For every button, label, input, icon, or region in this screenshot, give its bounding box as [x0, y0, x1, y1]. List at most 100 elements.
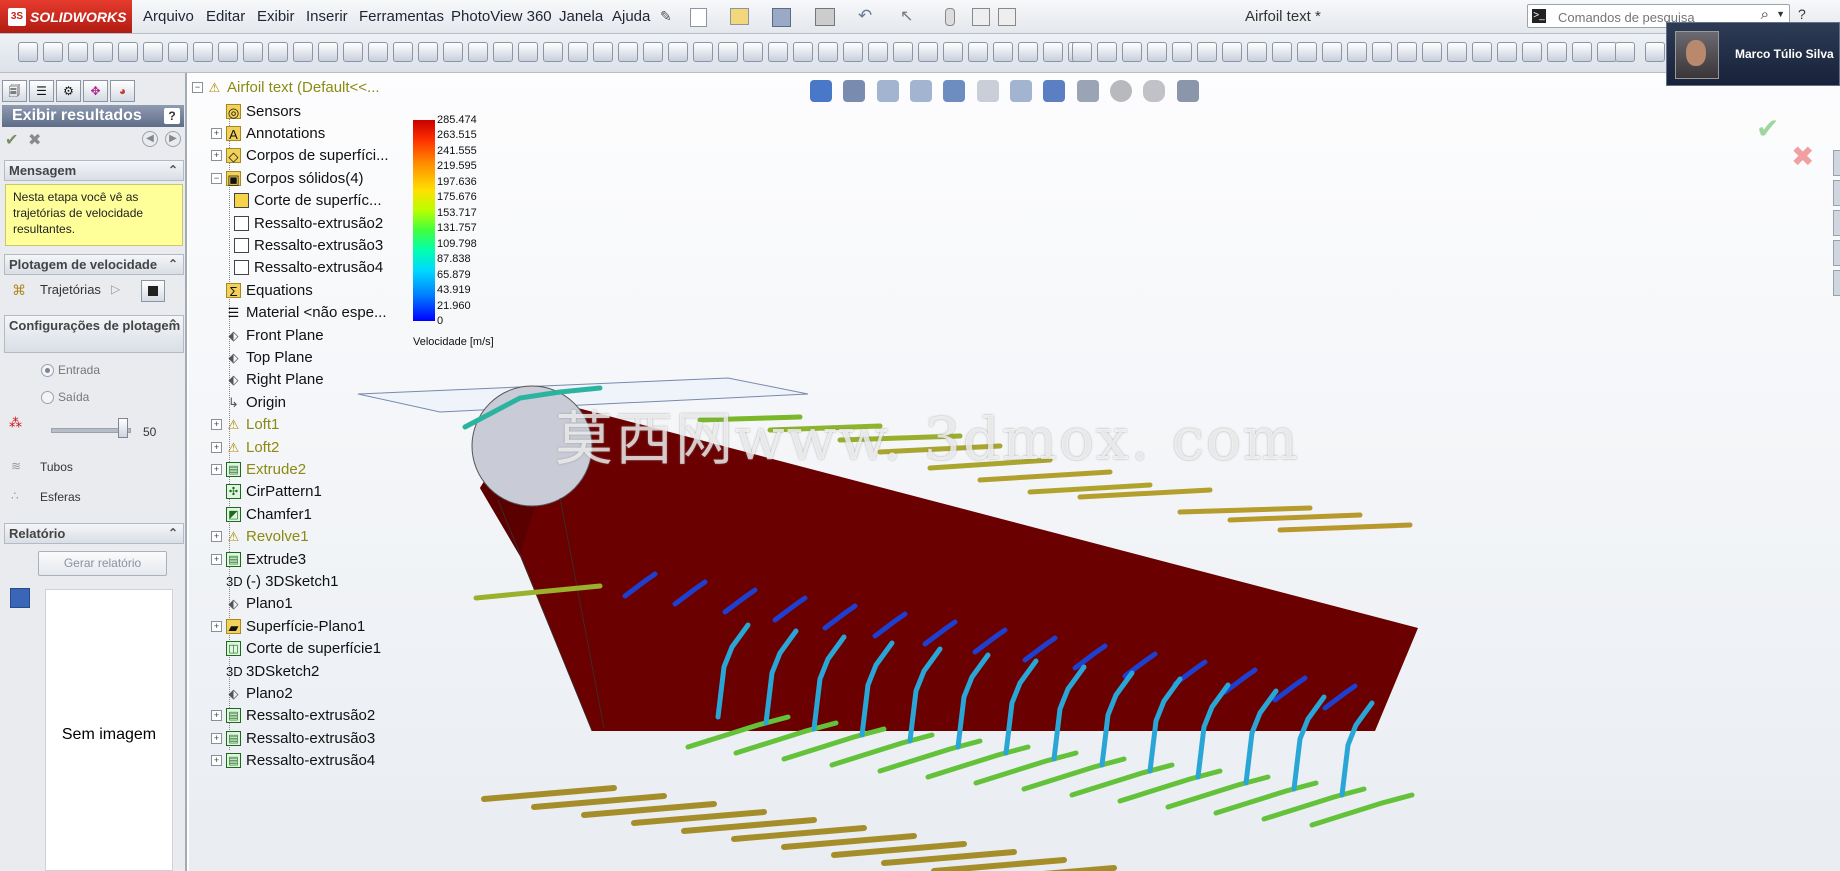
collapse-icon[interactable]: ⌃: [168, 524, 178, 543]
previous-page-icon[interactable]: ◀: [142, 131, 158, 147]
toolbar-command-icon[interactable]: [218, 42, 238, 62]
tree-item[interactable]: ✣ CirPattern1: [211, 482, 322, 502]
toolbar-command-icon[interactable]: [1372, 42, 1392, 62]
task-pane-tab[interactable]: [1833, 150, 1840, 176]
toolbar-command-icon[interactable]: [668, 42, 688, 62]
tree-item[interactable]: + ⚠ Loft2: [211, 437, 279, 457]
tree-item[interactable]: Ressalto-extrusão3: [219, 235, 383, 255]
section-mensagem[interactable]: Mensagem ⌃: [4, 160, 184, 181]
toolbar-command-icon[interactable]: [1297, 42, 1317, 62]
expand-icon[interactable]: +: [211, 732, 222, 744]
tree-item[interactable]: − ▣ Corpos sólidos(4): [211, 168, 364, 188]
toolbar-command-icon[interactable]: [1547, 42, 1567, 62]
help-icon[interactable]: ?: [1798, 6, 1806, 22]
toolbar-command-icon[interactable]: [368, 42, 388, 62]
toolbar-command-icon[interactable]: [1018, 42, 1038, 62]
tubos-label[interactable]: Tubos: [40, 460, 73, 474]
chevron-down-icon[interactable]: ▼: [1776, 9, 1785, 19]
tree-item[interactable]: Ressalto-extrusão4: [219, 258, 383, 278]
view-orientation-icon[interactable]: [810, 80, 832, 102]
toolbar-command-icon[interactable]: [443, 42, 463, 62]
tree-item[interactable]: ⬖ Plano2: [211, 683, 293, 703]
radio-entrada[interactable]: [41, 364, 54, 377]
tree-item[interactable]: ⬖ Right Plane: [211, 370, 324, 390]
toolbar-command-icon[interactable]: [1322, 42, 1342, 62]
tree-item[interactable]: ◎ Sensors: [211, 101, 301, 121]
toolbar-command-icon[interactable]: [1472, 42, 1492, 62]
toolbar-command-icon[interactable]: [318, 42, 338, 62]
tree-item[interactable]: + ▤ Extrude2: [211, 459, 306, 479]
toolbar-command-icon[interactable]: [1522, 42, 1542, 62]
expand-icon[interactable]: −: [211, 172, 222, 184]
expand-icon[interactable]: +: [211, 419, 222, 431]
play-icon[interactable]: ▷: [111, 282, 120, 296]
next-page-icon[interactable]: ▶: [165, 131, 181, 147]
solidworks-logo[interactable]: 3S SOLIDWORKS: [0, 0, 132, 33]
open-icon[interactable]: [730, 8, 749, 25]
cancel-x-icon[interactable]: ✖: [28, 130, 41, 150]
toolbar-command-icon[interactable]: [793, 42, 813, 62]
expand-icon[interactable]: +: [211, 755, 222, 767]
expand-icon[interactable]: +: [211, 531, 222, 543]
tree-item[interactable]: Σ Equations: [211, 280, 313, 300]
tree-item[interactable]: ⬖ Front Plane: [211, 325, 324, 345]
file-properties-icon[interactable]: [972, 8, 990, 26]
tree-item[interactable]: ◫ Corte de superfície1: [211, 639, 381, 659]
scene-icon[interactable]: [1143, 80, 1166, 102]
search-icon[interactable]: ⌕: [1761, 6, 1769, 23]
toolbar-command-icon[interactable]: [168, 42, 188, 62]
toolbar-command-icon[interactable]: [568, 42, 588, 62]
section-relatorio[interactable]: Relatório ⌃: [4, 523, 184, 544]
toolbar-command-icon[interactable]: [1615, 42, 1635, 62]
confirm-check-icon[interactable]: ✔: [1756, 112, 1779, 145]
toolbar-command-icon[interactable]: [968, 42, 988, 62]
toolbar-command-icon[interactable]: [1272, 42, 1292, 62]
toolbar-command-icon[interactable]: [918, 42, 938, 62]
gerar-relatorio-button[interactable]: Gerar relatório: [38, 551, 167, 576]
tab-configuration-manager[interactable]: ⚙: [56, 80, 81, 102]
tree-item[interactable]: + ▤ Ressalto-extrusão4: [211, 751, 375, 771]
expand-icon[interactable]: +: [211, 150, 222, 162]
expand-icon[interactable]: +: [211, 553, 222, 565]
menu-editar[interactable]: Editar: [206, 8, 245, 25]
toolbar-command-icon[interactable]: [343, 42, 363, 62]
expand-icon[interactable]: −: [192, 81, 203, 93]
tree-item[interactable]: Corte de superfíc...: [219, 191, 382, 211]
tab-feature-manager[interactable]: 🗐: [2, 80, 27, 102]
toolbar-command-icon[interactable]: [643, 42, 663, 62]
tree-item[interactable]: + ◇ Corpos de superfíci...: [211, 146, 389, 166]
tree-item[interactable]: + ▤ Ressalto-extrusão3: [211, 728, 375, 748]
hide-show-icon[interactable]: [1076, 80, 1099, 102]
toolbar-command-icon[interactable]: [1122, 42, 1142, 62]
section-plotagem[interactable]: Plotagem de velocidade ⌃: [4, 254, 184, 275]
toolbar-command-icon[interactable]: [468, 42, 488, 62]
toolbar-command-icon[interactable]: [143, 42, 163, 62]
toolbar-command-icon[interactable]: [1497, 42, 1517, 62]
tab-display-manager[interactable]: ◕: [110, 80, 135, 102]
expand-icon[interactable]: +: [211, 620, 222, 632]
expand-icon[interactable]: +: [211, 710, 222, 722]
tree-item[interactable]: Ressalto-extrusão2: [219, 213, 383, 233]
tree-item[interactable]: ↳ Origin: [211, 392, 286, 412]
tree-item[interactable]: ◩ Chamfer1: [211, 504, 312, 524]
menu-janela[interactable]: Janela: [559, 8, 603, 25]
tree-item[interactable]: 3D 3DSketch2: [211, 661, 319, 681]
menu-ferramentas[interactable]: Ferramentas: [359, 8, 444, 25]
tree-item[interactable]: + ▰ Superfície-Plano1: [211, 616, 365, 636]
toolbar-command-icon[interactable]: [1422, 42, 1442, 62]
toolbar-command-icon[interactable]: [243, 42, 263, 62]
view-settings-icon[interactable]: [1176, 80, 1199, 102]
toolbar-command-icon[interactable]: [518, 42, 538, 62]
zoom-to-fit-icon[interactable]: [876, 80, 899, 102]
display-style-icon[interactable]: [1043, 80, 1066, 102]
toolbar-command-icon[interactable]: [868, 42, 888, 62]
toolbar-command-icon[interactable]: [1447, 42, 1467, 62]
expand-icon[interactable]: +: [211, 441, 222, 453]
toolbar-command-icon[interactable]: [393, 42, 413, 62]
toolbar-command-icon[interactable]: [993, 42, 1013, 62]
section-configuracoes[interactable]: Configurações de plotagem ⌃: [4, 315, 184, 353]
tree-item[interactable]: + ▤ Extrude3: [211, 549, 306, 569]
menu-ajuda[interactable]: Ajuda: [612, 8, 650, 25]
undo-icon[interactable]: ↶: [858, 6, 872, 26]
cancel-close-icon[interactable]: ✖: [1791, 140, 1814, 173]
